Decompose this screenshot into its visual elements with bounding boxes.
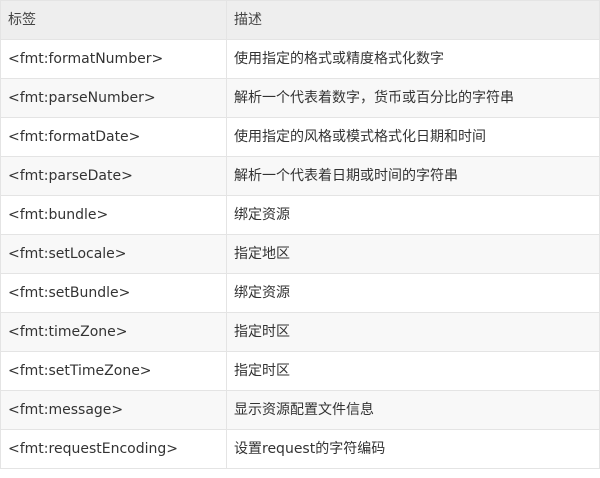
table-row: <fmt:message> 显示资源配置文件信息 (0, 390, 600, 430)
table-row: <fmt:formatNumber> 使用指定的格式或精度格式化数字 (0, 39, 600, 79)
tag-cell: <fmt:requestEncoding> (0, 429, 227, 469)
tag-cell: <fmt:setTimeZone> (0, 351, 227, 391)
description-cell: 使用指定的格式或精度格式化数字 (226, 39, 600, 79)
tag-cell: <fmt:bundle> (0, 195, 227, 235)
description-cell: 解析一个代表着数字，货币或百分比的字符串 (226, 78, 600, 118)
column-header-description: 描述 (226, 0, 600, 40)
table-header-row: 标签 描述 (0, 0, 600, 40)
tag-cell: <fmt:parseNumber> (0, 78, 227, 118)
fmt-tags-table: 标签 描述 <fmt:formatNumber> 使用指定的格式或精度格式化数字… (0, 0, 600, 469)
table-row: <fmt:parseNumber> 解析一个代表着数字，货币或百分比的字符串 (0, 78, 600, 118)
description-cell: 绑定资源 (226, 195, 600, 235)
tag-cell: <fmt:timeZone> (0, 312, 227, 352)
column-header-tag: 标签 (0, 0, 227, 40)
description-cell: 解析一个代表着日期或时间的字符串 (226, 156, 600, 196)
tag-cell: <fmt:formatNumber> (0, 39, 227, 79)
table-row: <fmt:timeZone> 指定时区 (0, 312, 600, 352)
description-cell: 指定时区 (226, 351, 600, 391)
tag-cell: <fmt:formatDate> (0, 117, 227, 157)
description-cell: 绑定资源 (226, 273, 600, 313)
description-cell: 指定地区 (226, 234, 600, 274)
tag-cell: <fmt:message> (0, 390, 227, 430)
table-row: <fmt:setBundle> 绑定资源 (0, 273, 600, 313)
description-cell: 指定时区 (226, 312, 600, 352)
table-row: <fmt:requestEncoding> 设置request的字符编码 (0, 429, 600, 469)
table-row: <fmt:bundle> 绑定资源 (0, 195, 600, 235)
table-row: <fmt:setLocale> 指定地区 (0, 234, 600, 274)
tag-cell: <fmt:parseDate> (0, 156, 227, 196)
tag-cell: <fmt:setBundle> (0, 273, 227, 313)
description-cell: 显示资源配置文件信息 (226, 390, 600, 430)
table-row: <fmt:parseDate> 解析一个代表着日期或时间的字符串 (0, 156, 600, 196)
description-cell: 使用指定的风格或模式格式化日期和时间 (226, 117, 600, 157)
tag-cell: <fmt:setLocale> (0, 234, 227, 274)
table-row: <fmt:setTimeZone> 指定时区 (0, 351, 600, 391)
table-row: <fmt:formatDate> 使用指定的风格或模式格式化日期和时间 (0, 117, 600, 157)
description-cell: 设置request的字符编码 (226, 429, 600, 469)
